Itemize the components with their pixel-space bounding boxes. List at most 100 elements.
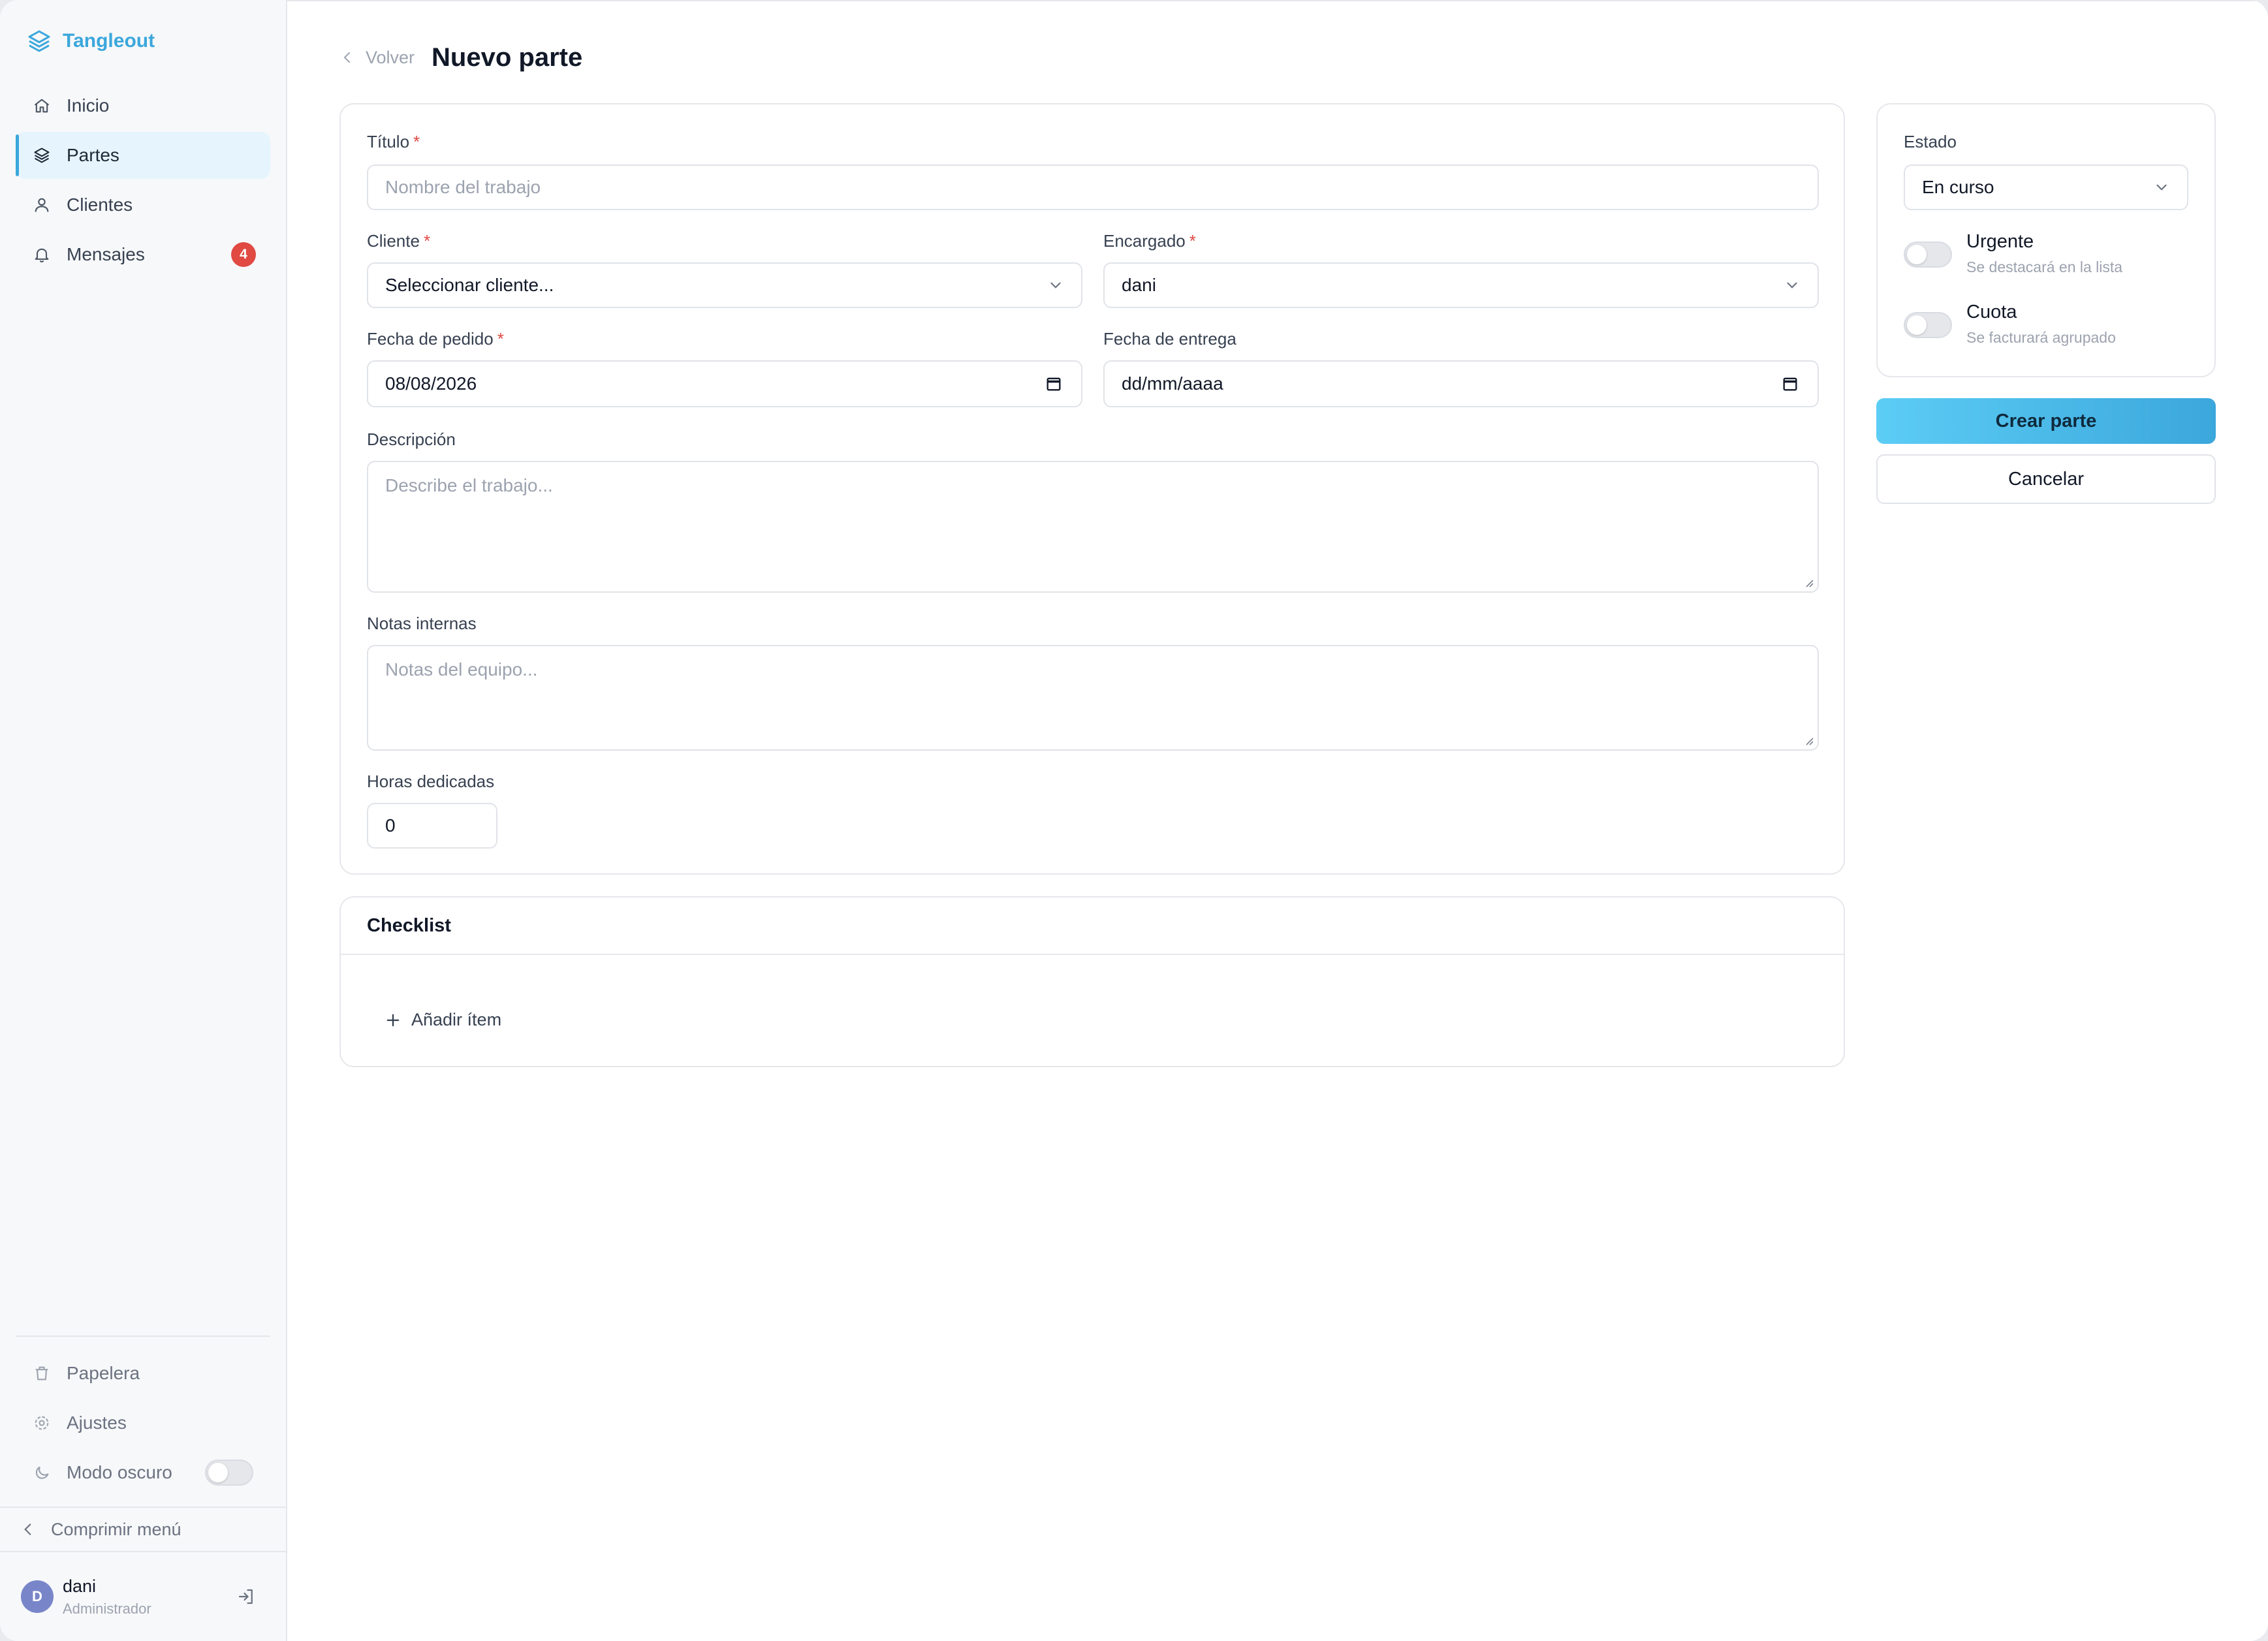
sidebar-nav: Inicio Partes Clientes Mensajes 4 bbox=[0, 82, 286, 281]
titulo-input[interactable]: Nombre del trabajo bbox=[367, 164, 1819, 210]
unread-badge: 4 bbox=[231, 242, 256, 267]
back-button[interactable]: Volver bbox=[339, 48, 415, 68]
chevron-left-icon bbox=[24, 1524, 31, 1535]
sidebar-item-label: Papelera bbox=[67, 1363, 140, 1383]
user-info: dani Administrador bbox=[63, 1576, 151, 1618]
collapse-menu-button[interactable]: Comprimir menú bbox=[0, 1507, 286, 1552]
chevron-left-icon bbox=[343, 52, 350, 63]
top-border bbox=[287, 0, 2268, 1]
sidebar-item-partes[interactable]: Partes bbox=[16, 132, 270, 179]
fecha-pedido-label: Fecha de pedido * bbox=[367, 329, 504, 349]
cliente-value: Seleccionar cliente... bbox=[385, 275, 554, 295]
required-mark: * bbox=[1189, 231, 1196, 251]
fecha-entrega-input[interactable]: dd/mm/aaaa bbox=[1103, 360, 1819, 407]
titulo-label: Título * bbox=[367, 132, 420, 152]
sidebar-item-label: Clientes bbox=[67, 195, 133, 215]
user-profile: D dani Administrador bbox=[0, 1552, 286, 1641]
resize-handle-icon[interactable] bbox=[1803, 735, 1814, 745]
chevron-down-icon bbox=[1787, 282, 1797, 289]
page-title: Nuevo parte bbox=[432, 42, 583, 72]
cancel-button[interactable]: Cancelar bbox=[1876, 454, 2216, 504]
form-card: Título * Nombre del trabajo Cliente * Sele… bbox=[339, 103, 1845, 875]
user-role: Administrador bbox=[63, 1600, 151, 1617]
sidebar-item-label: Inicio bbox=[67, 95, 110, 116]
horas-label: Horas dedicadas bbox=[367, 772, 495, 791]
cuota-toggle[interactable] bbox=[1904, 312, 1952, 338]
dark-mode-toggle[interactable] bbox=[205, 1460, 253, 1486]
descripcion-label: Descripción bbox=[367, 430, 456, 449]
checklist-card: Checklist Añadir ítem bbox=[339, 896, 1845, 1067]
avatar: D bbox=[21, 1580, 54, 1613]
urgente-title: Urgente bbox=[1966, 231, 2034, 252]
add-item-button[interactable]: Añadir ítem bbox=[384, 1010, 501, 1030]
required-mark: * bbox=[413, 132, 420, 151]
user-name: dani bbox=[63, 1576, 97, 1596]
add-item-label: Añadir ítem bbox=[411, 1010, 502, 1029]
chevron-down-icon bbox=[2156, 184, 2167, 191]
chevron-down-icon bbox=[1050, 282, 1061, 289]
titulo-placeholder: Nombre del trabajo bbox=[385, 177, 541, 197]
fecha-entrega-label-text: Fecha de entrega bbox=[1103, 329, 1236, 349]
encargado-label-text: Encargado bbox=[1103, 231, 1186, 251]
status-card: Estado En curso Urgente Se destacará en … bbox=[1876, 103, 2216, 377]
layers-icon bbox=[34, 148, 50, 163]
app-window: Tangleout Inicio Partes Clientes Mensaje… bbox=[0, 0, 2268, 1641]
main-content: Volver Nuevo parte Título * Nombre del tr… bbox=[287, 0, 2268, 1641]
sidebar-item-inicio[interactable]: Inicio bbox=[16, 82, 270, 129]
horas-value: 0 bbox=[385, 815, 396, 836]
home-icon bbox=[34, 99, 50, 113]
calendar-icon[interactable] bbox=[1045, 375, 1063, 393]
create-button[interactable]: Crear parte bbox=[1876, 398, 2216, 444]
sidebar-item-mensajes[interactable]: Mensajes 4 bbox=[16, 231, 270, 278]
checklist-title: Checklist bbox=[341, 898, 1844, 955]
page-header: Volver Nuevo parte bbox=[339, 39, 582, 76]
cuota-subtitle: Se facturará agrupado bbox=[1966, 329, 2116, 346]
cuota-title: Cuota bbox=[1966, 302, 2017, 322]
titulo-label-text: Título bbox=[367, 132, 410, 151]
brand-name: Tangleout bbox=[63, 30, 155, 52]
plus-icon bbox=[386, 1014, 400, 1026]
logout-icon[interactable] bbox=[236, 1587, 256, 1606]
urgente-subtitle: Se destacará en la lista bbox=[1966, 258, 2123, 275]
user-icon bbox=[35, 198, 49, 212]
layers-icon bbox=[28, 30, 50, 52]
sidebar-item-label: Partes bbox=[67, 145, 119, 165]
sidebar-item-label: Modo oscuro bbox=[67, 1462, 172, 1482]
fecha-pedido-input[interactable]: 08/08/2026 bbox=[367, 360, 1082, 407]
notas-textarea[interactable]: Notas del equipo... bbox=[367, 645, 1819, 751]
back-label: Volver bbox=[366, 47, 415, 67]
cliente-select[interactable]: Seleccionar cliente... bbox=[367, 262, 1082, 308]
moon-icon bbox=[35, 1466, 49, 1479]
horas-input[interactable]: 0 bbox=[367, 803, 497, 849]
required-mark: * bbox=[497, 329, 504, 349]
estado-label: Estado bbox=[1904, 132, 1957, 151]
notas-label: Notas internas bbox=[367, 614, 477, 633]
sidebar-item-label: Mensajes bbox=[67, 244, 145, 264]
fecha-entrega-label: Fecha de entrega bbox=[1103, 329, 1236, 349]
estado-select[interactable]: En curso bbox=[1904, 164, 2188, 210]
gear-icon bbox=[35, 1416, 49, 1430]
brand[interactable]: Tangleout bbox=[0, 0, 286, 82]
required-mark: * bbox=[423, 231, 431, 251]
sidebar-item-clientes[interactable]: Clientes bbox=[16, 181, 270, 228]
resize-handle-icon[interactable] bbox=[1803, 577, 1814, 587]
fecha-entrega-value: dd/mm/aaaa bbox=[1122, 373, 1223, 394]
sidebar-item-ajustes[interactable]: Ajustes bbox=[0, 1398, 286, 1448]
sidebar-item-label: Ajustes bbox=[67, 1413, 127, 1433]
cliente-label: Cliente * bbox=[367, 231, 430, 251]
notas-placeholder: Notas del equipo... bbox=[385, 659, 538, 680]
sidebar: Tangleout Inicio Partes Clientes Mensaje… bbox=[0, 0, 287, 1641]
fecha-pedido-value: 08/08/2026 bbox=[385, 373, 477, 394]
sidebar-item-papelera[interactable]: Papelera bbox=[0, 1349, 286, 1398]
sidebar-item-modo-oscuro: Modo oscuro bbox=[0, 1448, 286, 1497]
estado-value: En curso bbox=[1922, 177, 1994, 197]
descripcion-placeholder: Describe el trabajo... bbox=[385, 475, 553, 495]
encargado-value: dani bbox=[1122, 275, 1156, 295]
collapse-label: Comprimir menú bbox=[51, 1519, 181, 1539]
calendar-icon[interactable] bbox=[1781, 375, 1799, 393]
trash-icon bbox=[35, 1366, 48, 1381]
sidebar-bottom: Papelera Ajustes Modo oscuro Comprimir m… bbox=[0, 1336, 286, 1641]
encargado-select[interactable]: dani bbox=[1103, 262, 1819, 308]
urgente-toggle[interactable] bbox=[1904, 242, 1952, 268]
descripcion-textarea[interactable]: Describe el trabajo... bbox=[367, 461, 1819, 593]
